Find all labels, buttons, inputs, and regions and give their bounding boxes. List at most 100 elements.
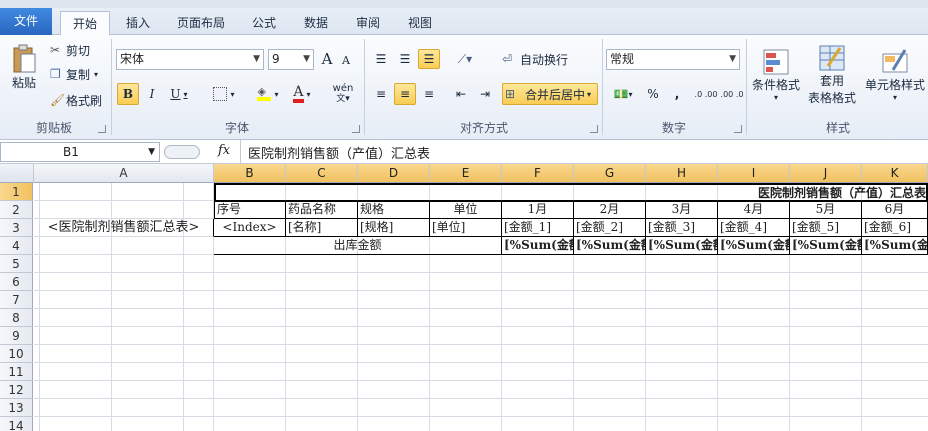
tab-insert[interactable]: 插入 (118, 11, 158, 35)
cell-b4-merged[interactable]: 出库金额 (214, 237, 502, 255)
increase-indent-icon[interactable]: ⇥ (474, 83, 496, 105)
align-center-icon[interactable]: ≡ (394, 83, 416, 105)
cell-j4[interactable]: [%Sum(金额 (790, 237, 862, 255)
orientation-icon[interactable]: ⟋▾ (450, 49, 480, 69)
tab-file[interactable]: 文件 (0, 8, 52, 35)
cell-e2[interactable]: 单位 (430, 201, 502, 219)
name-box[interactable]: B1 ▼ (0, 142, 160, 162)
phonetic-button[interactable]: wén 文▾ (326, 83, 360, 105)
tab-formulas[interactable]: 公式 (244, 11, 284, 35)
tab-review[interactable]: 审阅 (348, 11, 388, 35)
column-header-h[interactable]: H (646, 164, 718, 183)
cell-f3[interactable]: [金额_1] (502, 219, 574, 237)
cell-d2[interactable]: 规格 (358, 201, 430, 219)
column-header-i[interactable]: I (718, 164, 790, 183)
underline-button[interactable]: U ▾ (165, 83, 193, 105)
formula-input[interactable]: 医院制剂销售额（产值）汇总表 (248, 143, 430, 162)
align-left-icon[interactable]: ≡ (370, 83, 392, 105)
align-right-icon[interactable]: ≡ (418, 83, 440, 105)
percent-button[interactable]: % (642, 83, 664, 105)
row-header-14[interactable]: 14 (0, 417, 33, 431)
font-name-combo[interactable]: 宋体 ▼ (116, 49, 264, 70)
row-header-3[interactable]: 3 (0, 219, 33, 237)
font-launcher-icon[interactable] (352, 125, 360, 133)
cell-k2[interactable]: 6月 (862, 201, 928, 219)
alignment-launcher-icon[interactable] (590, 125, 598, 133)
cell-g4[interactable]: [%Sum(金额 (574, 237, 646, 255)
cell-j2[interactable]: 5月 (790, 201, 862, 219)
merge-center-button[interactable]: ⊞ 合并后居中 ▾ (502, 83, 598, 105)
column-header-d[interactable]: D (358, 164, 430, 183)
align-bottom-icon[interactable]: ☰ (418, 49, 440, 69)
row-header-8[interactable]: 8 (0, 309, 33, 327)
borders-button[interactable]: ▾ (208, 83, 240, 105)
cell-i3[interactable]: [金额_4] (718, 219, 790, 237)
cell-c2[interactable]: 药品名称 (286, 201, 358, 219)
align-top-icon[interactable]: ☰ (370, 49, 392, 69)
format-painter-button[interactable]: 🖌 格式刷 (50, 91, 110, 109)
column-header-g[interactable]: G (574, 164, 646, 183)
row-header-6[interactable]: 6 (0, 273, 33, 291)
decrease-indent-icon[interactable]: ⇤ (450, 83, 472, 105)
cell-h4[interactable]: [%Sum(金额 (646, 237, 718, 255)
row-header-7[interactable]: 7 (0, 291, 33, 309)
clipboard-launcher-icon[interactable] (98, 125, 106, 133)
row-header-10[interactable]: 10 (0, 345, 33, 363)
decrease-decimal-button[interactable]: .00 .0 (720, 83, 744, 105)
select-all-corner[interactable] (0, 164, 34, 183)
cell-f4[interactable]: [%Sum(金额 (502, 237, 574, 255)
cell-k3[interactable]: [金额_6] (862, 219, 928, 237)
cell-j3[interactable]: [金额_5] (790, 219, 862, 237)
cut-button[interactable]: ✂ 剪切 (50, 41, 106, 59)
row-header-2[interactable]: 2 (0, 201, 33, 219)
cell-g2[interactable]: 2月 (574, 201, 646, 219)
cell-h2[interactable]: 3月 (646, 201, 718, 219)
row-header-9[interactable]: 9 (0, 327, 33, 345)
row-header-4[interactable]: 4 (0, 237, 33, 255)
currency-button[interactable]: 💵 ▾ (608, 83, 638, 105)
align-middle-icon[interactable]: ☰ (394, 49, 416, 69)
copy-button[interactable]: ❐ 复制 ▾ (50, 65, 110, 83)
shrink-font-button[interactable]: A (338, 51, 354, 69)
cell-f2[interactable]: 1月 (502, 201, 574, 219)
cell-i2[interactable]: 4月 (718, 201, 790, 219)
column-header-a[interactable]: A (34, 164, 214, 183)
bold-button[interactable]: B (117, 83, 139, 105)
tab-home[interactable]: 开始 (60, 11, 110, 36)
tab-view[interactable]: 视图 (400, 11, 440, 35)
tab-page-layout[interactable]: 页面布局 (168, 11, 234, 35)
tab-data[interactable]: 数据 (296, 11, 336, 35)
cell-d3[interactable]: [规格] (358, 219, 430, 237)
row-header-13[interactable]: 13 (0, 399, 33, 417)
row-header-5[interactable]: 5 (0, 255, 33, 273)
paste-button[interactable]: 粘贴 (6, 39, 42, 95)
font-color-button[interactable]: A ▾ (286, 83, 318, 105)
number-format-combo[interactable]: 常规 ▼ (606, 49, 740, 70)
conditional-formatting-button[interactable]: 条件格式 ▾ (750, 39, 802, 111)
row-header-11[interactable]: 11 (0, 363, 33, 381)
cell-k4[interactable]: [%Sum(金额 (862, 237, 928, 255)
cell-g3[interactable]: [金额_2] (574, 219, 646, 237)
cell-styles-button[interactable]: 单元格样式 ▾ (862, 39, 928, 111)
cell-a3[interactable]: <医院制剂销售额汇总表> (34, 219, 214, 237)
formula-resize-handle[interactable] (164, 145, 200, 159)
wrap-text-button[interactable]: ⏎ 自动换行 (502, 49, 582, 69)
cell-b2[interactable]: 序号 (214, 201, 286, 219)
row-header-1[interactable]: 1 (0, 183, 33, 201)
cell-b1-title[interactable]: 医院制剂销售额（产值）汇总表 (214, 183, 928, 202)
cell-i4[interactable]: [%Sum(金额 (718, 237, 790, 255)
column-header-k[interactable]: K (862, 164, 928, 183)
comma-button[interactable]: , (668, 83, 686, 105)
column-header-j[interactable]: J (790, 164, 862, 183)
cell-h3[interactable]: [金额_3] (646, 219, 718, 237)
italic-button[interactable]: I (142, 83, 162, 105)
fill-color-button[interactable]: ◈ ▾ (252, 83, 284, 105)
column-header-b[interactable]: B (214, 164, 286, 183)
cell-b3[interactable]: <Index> (214, 219, 286, 237)
grow-font-button[interactable]: A (318, 49, 336, 69)
column-header-c[interactable]: C (286, 164, 358, 183)
insert-function-icon[interactable]: fx (218, 143, 230, 158)
font-size-combo[interactable]: 9 ▼ (268, 49, 314, 70)
column-header-f[interactable]: F (502, 164, 574, 183)
number-launcher-icon[interactable] (734, 125, 742, 133)
